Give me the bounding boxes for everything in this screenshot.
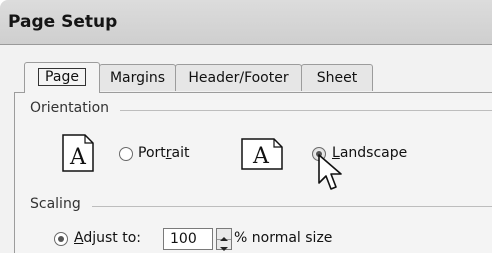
tab-page[interactable]: Page <box>24 62 100 93</box>
adjust-to-spinner <box>216 228 232 251</box>
portrait-label[interactable]: Portrait <box>138 145 190 161</box>
portrait-page-icon: A <box>62 134 94 172</box>
spin-down-button[interactable] <box>217 239 231 251</box>
landscape-page-icon: A <box>241 138 283 170</box>
adjust-to-label-post: djust to: <box>83 230 141 246</box>
tab-margins[interactable]: Margins <box>99 64 176 91</box>
tab-page-label: Page <box>38 68 86 86</box>
tab-sheet-label: Sheet <box>316 70 358 86</box>
landscape-label-post: andscape <box>339 145 408 161</box>
orientation-divider <box>120 110 492 111</box>
dialog-title: Page Setup <box>8 12 118 32</box>
adjust-to-label-accel: A <box>74 230 84 246</box>
portrait-label-post: ait <box>171 145 190 161</box>
tab-margins-label: Margins <box>109 70 166 86</box>
scaling-group-label: Scaling <box>30 196 81 212</box>
portrait-icon-letter: A <box>69 145 87 170</box>
scaling-divider <box>92 206 492 207</box>
orientation-group-label: Orientation <box>30 100 110 116</box>
adjust-to-label[interactable]: Adjust to: <box>74 230 141 246</box>
tab-sheet[interactable]: Sheet <box>301 64 373 91</box>
adjust-to-radio[interactable] <box>54 232 68 246</box>
mouse-cursor-icon <box>318 154 342 190</box>
portrait-radio[interactable] <box>119 147 133 161</box>
spin-down-icon <box>220 247 228 251</box>
tab-header-footer[interactable]: Header/Footer <box>175 64 302 91</box>
page-setup-dialog: Page Setup Page Margins Header/Footer Sh… <box>0 0 492 253</box>
title-bar[interactable]: Page Setup <box>0 0 492 45</box>
adjust-to-input[interactable]: 100 <box>163 228 213 250</box>
portrait-label-pre: Port <box>138 145 166 161</box>
tab-panel-page <box>14 92 492 253</box>
landscape-icon-letter: A <box>252 144 270 169</box>
tab-header-footer-label: Header/Footer <box>188 70 289 86</box>
normal-size-label: % normal size <box>234 230 333 246</box>
